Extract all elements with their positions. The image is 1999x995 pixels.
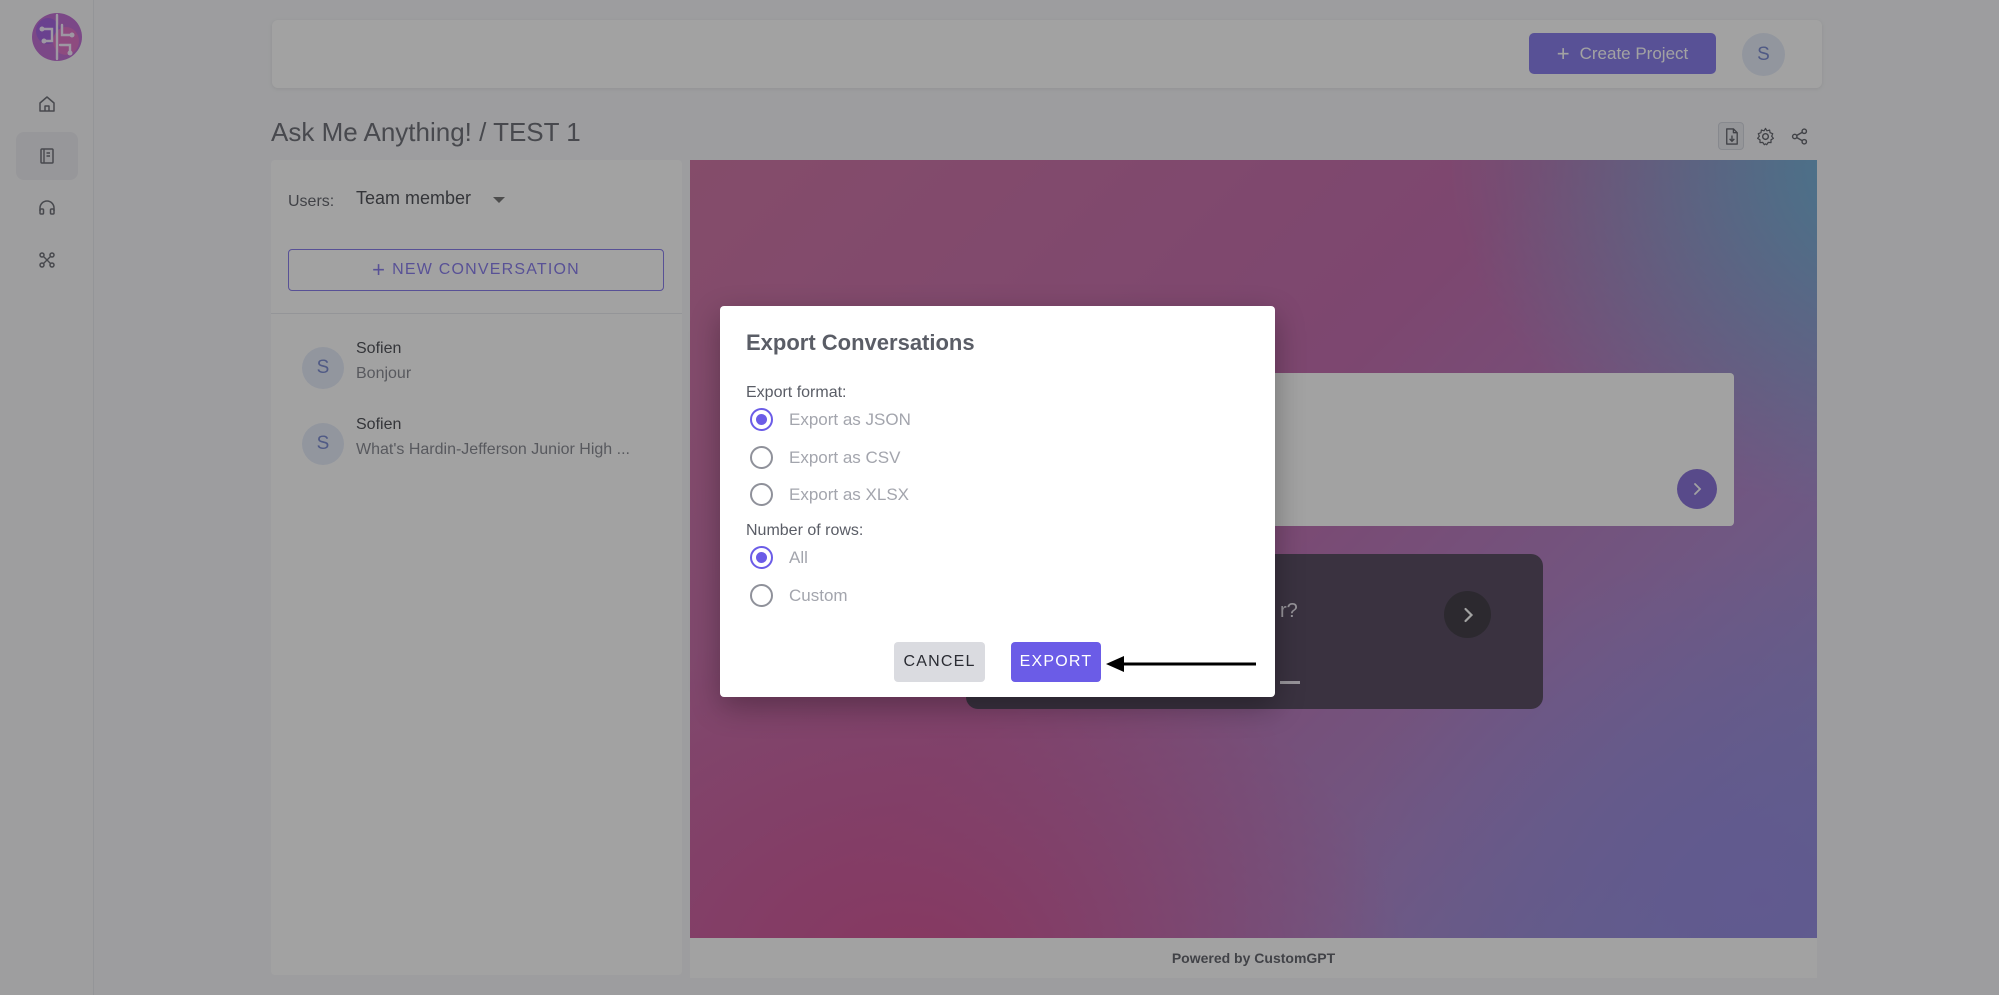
export-conversations-dialog: Export Conversations Export format: Expo…	[720, 306, 1275, 697]
radio-rows-all[interactable]: All	[750, 546, 808, 569]
annotation-arrow-icon	[1106, 656, 1256, 672]
export-button-confirm[interactable]: EXPORT	[1011, 642, 1101, 682]
export-format-label: Export format:	[746, 384, 847, 401]
radio-label: Custom	[789, 585, 848, 605]
radio-label: Export as XLSX	[789, 484, 910, 504]
radio-unchecked-icon	[750, 483, 773, 506]
radio-label: All	[789, 547, 808, 567]
radio-checked-icon	[750, 546, 773, 569]
radio-label: Export as JSON	[789, 409, 911, 429]
radio-checked-icon	[750, 408, 773, 431]
dialog-title: Export Conversations	[746, 330, 975, 355]
radio-unchecked-icon	[750, 446, 773, 469]
radio-export-xlsx[interactable]: Export as XLSX	[750, 483, 909, 506]
radio-unchecked-icon	[750, 584, 773, 607]
cancel-button[interactable]: CANCEL	[894, 642, 985, 682]
radio-export-csv[interactable]: Export as CSV	[750, 446, 901, 469]
radio-export-json[interactable]: Export as JSON	[750, 408, 911, 431]
number-of-rows-label: Number of rows:	[746, 522, 864, 539]
radio-rows-custom[interactable]: Custom	[750, 584, 848, 607]
radio-label: Export as CSV	[789, 447, 901, 467]
